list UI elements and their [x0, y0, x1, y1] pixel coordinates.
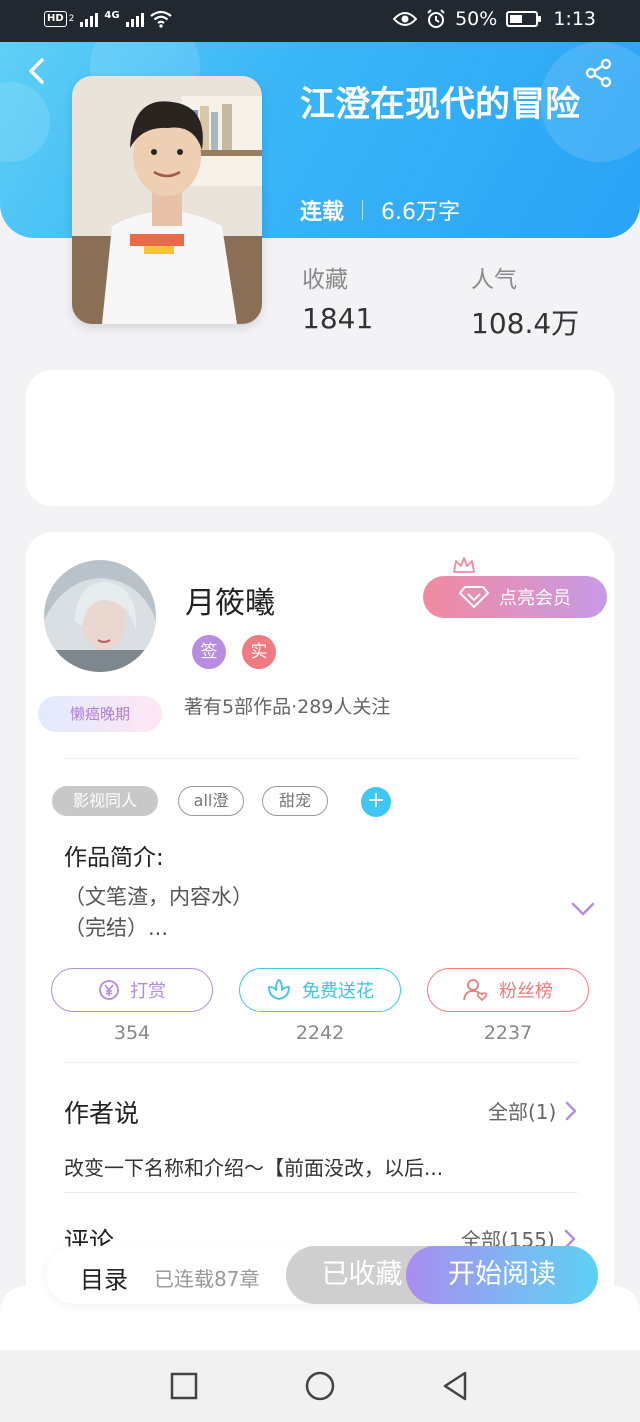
serial-status: 连载 [300, 200, 345, 225]
verified-badge: 实 [242, 635, 276, 669]
send-flower-button[interactable]: 免费送花 [239, 968, 401, 1012]
favorites-label: 收藏 [302, 267, 348, 293]
cover-image [72, 76, 262, 324]
network-type: 4G [104, 9, 120, 21]
tag-item[interactable]: 影视同人 [52, 786, 158, 816]
popularity-value: 108.4万 [471, 307, 580, 340]
back-arrow-icon [29, 58, 44, 84]
home-icon[interactable] [304, 1370, 336, 1402]
alarm-icon [427, 9, 445, 28]
diamond-icon [459, 586, 489, 608]
divider [64, 758, 578, 759]
intro-heading: 作品简介: [64, 845, 164, 871]
signal-icon [80, 11, 99, 27]
author-avatar[interactable] [44, 560, 156, 672]
author-stats: 著有5部作品·289人关注 [184, 696, 391, 718]
eye-icon [393, 12, 418, 26]
tip-count: 354 [113, 1022, 151, 1044]
tip-label: 打赏 [130, 981, 166, 1002]
fan-count: 2237 [483, 1022, 533, 1044]
avatar-image [44, 560, 156, 672]
user-heart-icon [463, 979, 488, 1002]
intro-text: （文笔渣，内容水） （完结）... [64, 882, 253, 944]
signed-badge: 签 [192, 635, 226, 669]
tag-item[interactable]: 甜宠 [262, 786, 328, 816]
fan-ranking-button[interactable]: 粉丝榜 [427, 968, 589, 1012]
vip-button[interactable]: 点亮会员 [423, 576, 607, 618]
author-says-all-link[interactable]: 全部(1) [488, 1096, 578, 1125]
system-nav-bar [0, 1350, 640, 1422]
crown-icon [453, 557, 475, 573]
chapter-count: 已连载87章 [154, 1267, 260, 1291]
flower-count: 2242 [295, 1022, 345, 1044]
send-flower-label: 免费送花 [302, 981, 374, 1002]
favorites-value: 1841 [302, 302, 374, 335]
chevron-right-icon [566, 1101, 577, 1120]
vip-label: 点亮会员 [499, 588, 571, 609]
recent-apps-icon[interactable] [168, 1370, 200, 1402]
toc-button[interactable]: 目录 [80, 1260, 128, 1295]
hd-badge: HD [44, 11, 67, 27]
header-bubble [0, 82, 50, 162]
author-status-badge: 懒癌晚期 [38, 696, 162, 732]
add-tag-button[interactable]: + [361, 787, 391, 817]
divider [64, 1192, 578, 1193]
popularity-label: 人气 [471, 267, 517, 293]
blank-card [26, 370, 614, 506]
status-left: HD 2 4G [44, 10, 172, 28]
hd-sub: 2 [68, 14, 75, 24]
author-name[interactable]: 月筱曦 [185, 578, 275, 622]
signal-icon-2 [125, 11, 144, 27]
intro-line-1: （文笔渣，内容水） [64, 885, 253, 909]
author-says-all-label: 全部(1) [488, 1100, 557, 1124]
start-reading-button[interactable]: 开始阅读 [406, 1246, 598, 1304]
back-button[interactable] [22, 54, 52, 88]
wifi-icon [149, 10, 172, 28]
divider [64, 1062, 578, 1063]
book-meta: 连载 6.6万字 [300, 194, 460, 226]
author-says-heading: 作者说 [64, 1099, 140, 1128]
fan-ranking-label: 粉丝榜 [499, 981, 553, 1002]
book-title: 江澄在现代的冒险 [300, 85, 581, 125]
battery-icon [506, 11, 542, 27]
yen-icon [99, 980, 119, 1000]
book-cover[interactable] [72, 76, 262, 324]
tip-button[interactable]: 打赏 [51, 968, 213, 1012]
chevron-down-icon[interactable] [570, 898, 596, 920]
clock: 1:13 [553, 8, 596, 30]
battery-percent: 50% [455, 8, 498, 30]
word-count: 6.6万字 [381, 200, 461, 225]
flower-icon [268, 979, 290, 1000]
intro-line-2: （完结）... [64, 916, 169, 940]
back-triangle-icon[interactable] [440, 1370, 472, 1402]
meta-divider [362, 200, 364, 220]
tag-item[interactable]: all澄 [178, 786, 244, 816]
author-says-text[interactable]: 改变一下名称和介绍～【前面没改，以后... [64, 1152, 443, 1181]
status-bar: HD 2 4G 50% 1:13 [0, 0, 640, 42]
status-right: 50% 1:13 [393, 8, 596, 30]
